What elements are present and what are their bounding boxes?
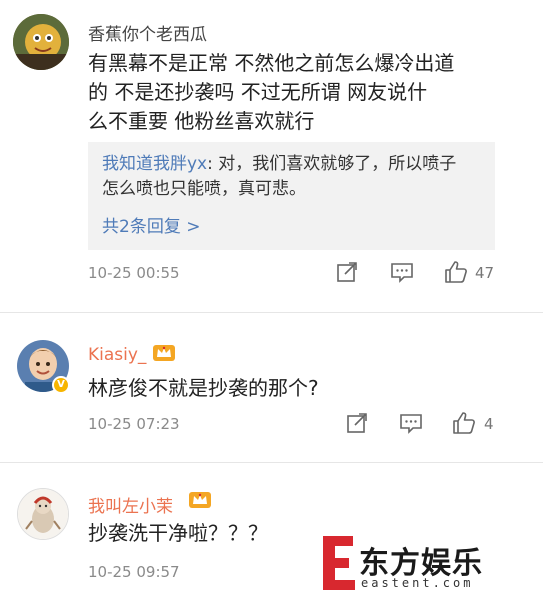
reply-username[interactable]: 我知道我胖yx (102, 154, 207, 174)
username[interactable]: 香蕉你个老西瓜 (88, 20, 207, 45)
username[interactable]: 我叫左小茉 (88, 492, 173, 517)
share-icon[interactable] (346, 412, 368, 438)
avatar[interactable] (13, 14, 69, 70)
share-icon[interactable] (336, 261, 358, 287)
comment-icon[interactable] (390, 261, 414, 287)
verified-badge-icon: V (52, 376, 70, 394)
reply-text: 我知道我胖yx: 对，我们喜欢就够了，所以喷子 怎么喷也只能喷，真可悲。 (102, 152, 492, 202)
reply-content: 怎么喷也只能喷，真可悲。 (102, 179, 306, 199)
like-count: 4 (484, 415, 494, 433)
avatar[interactable] (17, 488, 69, 540)
watermark-domain: eastent.com (361, 576, 474, 590)
timestamp: 10-25 09:57 (88, 563, 180, 581)
comment-line: 么不重要 他粉丝喜欢就行 (88, 109, 315, 133)
like-count: 47 (475, 264, 495, 282)
watermark-logo: 东方娱乐 eastent.com (319, 532, 529, 596)
more-replies-link[interactable]: 共2条回复 > (102, 212, 200, 237)
member-crown-icon (152, 342, 176, 366)
like-icon[interactable] (452, 411, 476, 439)
username[interactable]: Kiasiy_ (88, 345, 146, 365)
comment-text: 林彦俊不就是抄袭的那个? (88, 376, 319, 400)
like-icon[interactable] (444, 260, 468, 288)
reply-content: : 对，我们喜欢就够了，所以喷子 (207, 154, 457, 174)
watermark-e-icon (323, 536, 355, 590)
timestamp: 10-25 07:23 (88, 415, 180, 433)
comment-line: 的 不是还抄袭吗 不过无所谓 网友说什 (88, 80, 428, 104)
comment-line: 有黑幕不是正常 不然他之前怎么爆冷出道 (88, 51, 455, 75)
comment-icon[interactable] (399, 412, 423, 438)
comment-text: 抄袭洗干净啦？？？ (88, 521, 268, 545)
comment-text: 有黑幕不是正常 不然他之前怎么爆冷出道 的 不是还抄袭吗 不过无所谓 网友说什 … (88, 49, 508, 136)
timestamp: 10-25 00:55 (88, 264, 180, 282)
divider (0, 462, 543, 463)
divider (0, 312, 543, 313)
member-crown-icon (188, 489, 212, 513)
